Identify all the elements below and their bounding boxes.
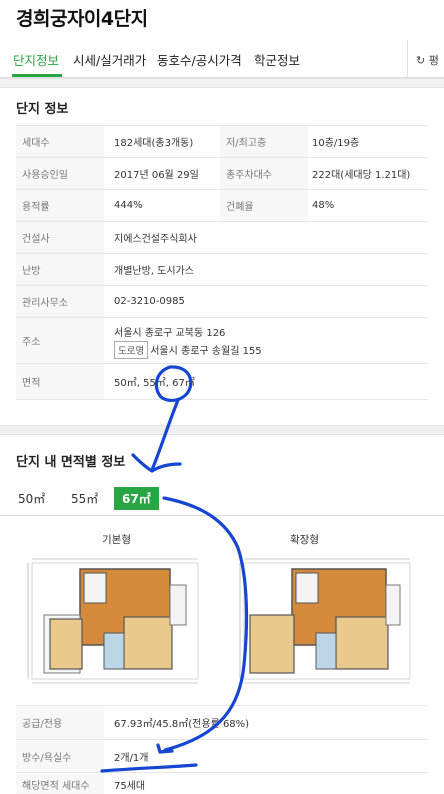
area-info-title: 단지 내 면적별 정보	[16, 455, 126, 470]
road-address: 서울시 종로구 송월길 155	[150, 346, 262, 357]
row-value: 182세대(총3개동)	[114, 138, 194, 149]
row-label: 사용승인일	[16, 158, 104, 189]
complex-info-title: 단지 정보	[16, 102, 69, 117]
area-tab-bar: 50㎡ 55㎡ 67㎡	[0, 482, 444, 516]
row-value: 10층/19층	[312, 138, 360, 149]
table-row: 방수/욕실수 2개/1개	[16, 741, 428, 773]
section-divider	[0, 425, 444, 435]
tab-complex-info[interactable]: 단지정보	[13, 50, 59, 69]
page-title: 경희궁자이4단지	[16, 8, 148, 30]
row-value: 2017년 06월 29일	[114, 170, 199, 181]
active-tab-indicator	[12, 74, 62, 77]
row-label: 건설사	[16, 222, 104, 253]
table-row-address: 주소 서울시 종로구 교북동 126 도로명 서울시 종로구 송월길 155	[16, 318, 428, 364]
row-label: 주소	[16, 318, 104, 363]
row-label: 면적	[16, 364, 104, 399]
row-label: 저/최고층	[220, 126, 308, 157]
row-value: 2개/1개	[114, 753, 149, 764]
refresh-button[interactable]: ↻ 평	[407, 40, 444, 78]
row-label: 공급/전용	[16, 706, 104, 739]
table-row: 해당면적 세대수 75세대	[16, 774, 428, 794]
table-row: 세대수 182세대(총3개동) 저/최고층 10층/19층	[16, 126, 428, 158]
row-label: 건폐율	[220, 190, 308, 221]
tab-unit-price[interactable]: 동호수/공시가격	[157, 50, 242, 69]
row-value: 67.93㎡/45.8㎡(전용률 68%)	[114, 719, 250, 730]
table-row: 공급/전용 67.93㎡/45.8㎡(전용률 68%)	[16, 706, 428, 740]
row-value: 222대(세대당 1.21대)	[312, 170, 411, 181]
row-label: 총주차대수	[220, 158, 308, 189]
road-address-line: 도로명 서울시 종로구 송월길 155	[114, 341, 262, 359]
row-label: 관리사무소	[16, 286, 104, 317]
table-row: 용적률 444% 건폐율 48%	[16, 190, 428, 222]
tab-school[interactable]: 학군정보	[254, 50, 300, 69]
table-row: 관리사무소 02-3210-0985	[16, 286, 428, 318]
road-address-badge: 도로명	[114, 341, 149, 359]
area-tab-67[interactable]: 67㎡	[114, 487, 159, 510]
area-list: 50㎡, 55㎡, 67㎡	[114, 378, 195, 389]
row-value: 지에스건설주식회사	[114, 234, 197, 245]
floorplan-extended-image[interactable]	[236, 555, 418, 687]
row-label: 해당면적 세대수	[16, 774, 104, 794]
row-value: 48%	[312, 200, 335, 211]
plan-label-extended: 확장형	[290, 534, 319, 546]
table-row: 난방 개별난방, 도시가스	[16, 254, 428, 286]
tab-price[interactable]: 시세/실거래가	[73, 50, 146, 69]
area-tab-50[interactable]: 50㎡	[18, 490, 45, 507]
jibun-address: 서울시 종로구 교북동 126	[114, 328, 226, 339]
table-row: 면적 50㎡, 55㎡, 67㎡	[16, 364, 428, 400]
row-value: 개별난방, 도시가스	[114, 266, 194, 277]
row-label: 용적률	[16, 190, 104, 221]
area-tab-55[interactable]: 55㎡	[71, 490, 98, 507]
main-tab-bar: 단지정보 시세/실거래가 동호수/공시가격 학군정보	[0, 40, 444, 78]
row-value: 02-3210-0985	[114, 296, 185, 307]
plan-label-basic: 기본형	[102, 534, 131, 546]
row-value: 444%	[114, 200, 143, 211]
section-divider	[0, 78, 444, 88]
row-label: 방수/욕실수	[16, 741, 104, 772]
row-value: 75세대	[114, 780, 146, 792]
row-label: 난방	[16, 254, 104, 285]
complex-info-table: 세대수 182세대(총3개동) 저/최고층 10층/19층 사용승인일 2017…	[16, 125, 428, 400]
table-row: 사용승인일 2017년 06월 29일 총주차대수 222대(세대당 1.21대…	[16, 158, 428, 190]
floorplan-basic-image[interactable]	[24, 555, 206, 687]
table-row: 건설사 지에스건설주식회사	[16, 222, 428, 254]
row-label: 세대수	[16, 126, 104, 157]
